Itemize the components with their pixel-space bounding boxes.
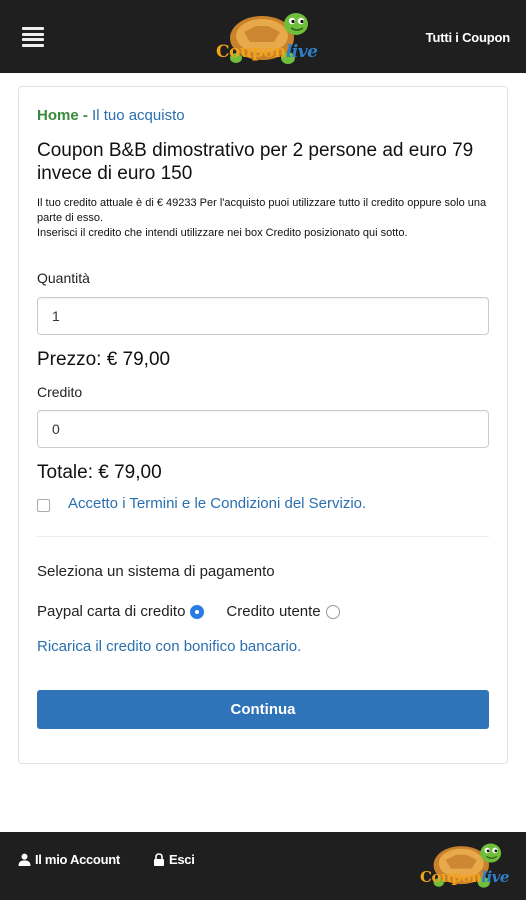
terms-checkbox[interactable] [37, 499, 50, 512]
paypal-radio[interactable] [190, 604, 205, 619]
top-navbar: Couponlive Tutti i Coupon [0, 0, 526, 73]
credit-radio[interactable] [325, 604, 340, 619]
couponlive-logo[interactable]: Couponlive [212, 8, 318, 70]
breadcrumb-separator: - [78, 107, 93, 124]
total-text: Totale: € 79,00 [37, 462, 162, 483]
divider [37, 536, 489, 537]
price-text: Prezzo: € 79,00 [37, 349, 171, 370]
credit-info-line: Inserisci il credito che intendi utilizz… [37, 227, 408, 239]
hamburger-menu-icon[interactable] [22, 27, 44, 47]
logo-text: Couponlive [420, 868, 509, 886]
payment-option-label: Paypal carta di credito [37, 603, 186, 620]
continue-button[interactable]: Continua [37, 690, 489, 729]
payment-option-credit[interactable]: Credito utente [226, 603, 340, 620]
all-coupons-link[interactable]: Tutti i Coupon [426, 30, 511, 45]
coupon-title: Coupon B&B dimostrativo per 2 persone ad… [37, 140, 474, 184]
recharge-credit-link[interactable]: Ricarica il credito con bonifico bancari… [37, 638, 301, 655]
purchase-card: Home - Il tuo acquisto Coupon B&B dimost… [18, 86, 508, 764]
quantity-input[interactable] [37, 297, 489, 335]
terms-link[interactable]: Accetto i Termini e le Condizioni del Se… [68, 495, 366, 512]
my-account-link[interactable]: Il mio Account [18, 852, 120, 867]
credit-input[interactable] [37, 410, 489, 448]
footer-couponlive-logo[interactable]: Couponlive [418, 838, 509, 894]
payment-option-label: Credito utente [226, 603, 321, 620]
credit-info-text: Il tuo credito attuale è di € 49233 Per … [37, 196, 492, 241]
payment-heading: Seleziona un sistema di pagamento [37, 563, 275, 580]
logout-label: Esci [169, 852, 195, 867]
logout-link[interactable]: Esci [153, 852, 195, 867]
credit-label: Credito [37, 384, 83, 400]
credit-info-line: Il tuo credito attuale è di € 49233 Per … [37, 197, 487, 224]
breadcrumb-current[interactable]: Il tuo acquisto [92, 107, 185, 124]
logo-text: Couponlive [216, 42, 318, 62]
quantity-label: Quantità [37, 270, 90, 286]
my-account-label: Il mio Account [35, 852, 120, 867]
payment-options: Paypal carta di credito Credito utente [37, 603, 340, 620]
lock-icon [154, 853, 164, 866]
user-icon [18, 853, 31, 866]
terms-row: Accetto i Termini e le Condizioni del Se… [37, 495, 366, 512]
breadcrumb: Home - Il tuo acquisto [37, 107, 185, 124]
footer-bar: Il mio Account Esci Couponlive [0, 832, 526, 900]
breadcrumb-home-link[interactable]: Home [37, 107, 79, 124]
payment-option-paypal[interactable]: Paypal carta di credito [37, 603, 205, 620]
